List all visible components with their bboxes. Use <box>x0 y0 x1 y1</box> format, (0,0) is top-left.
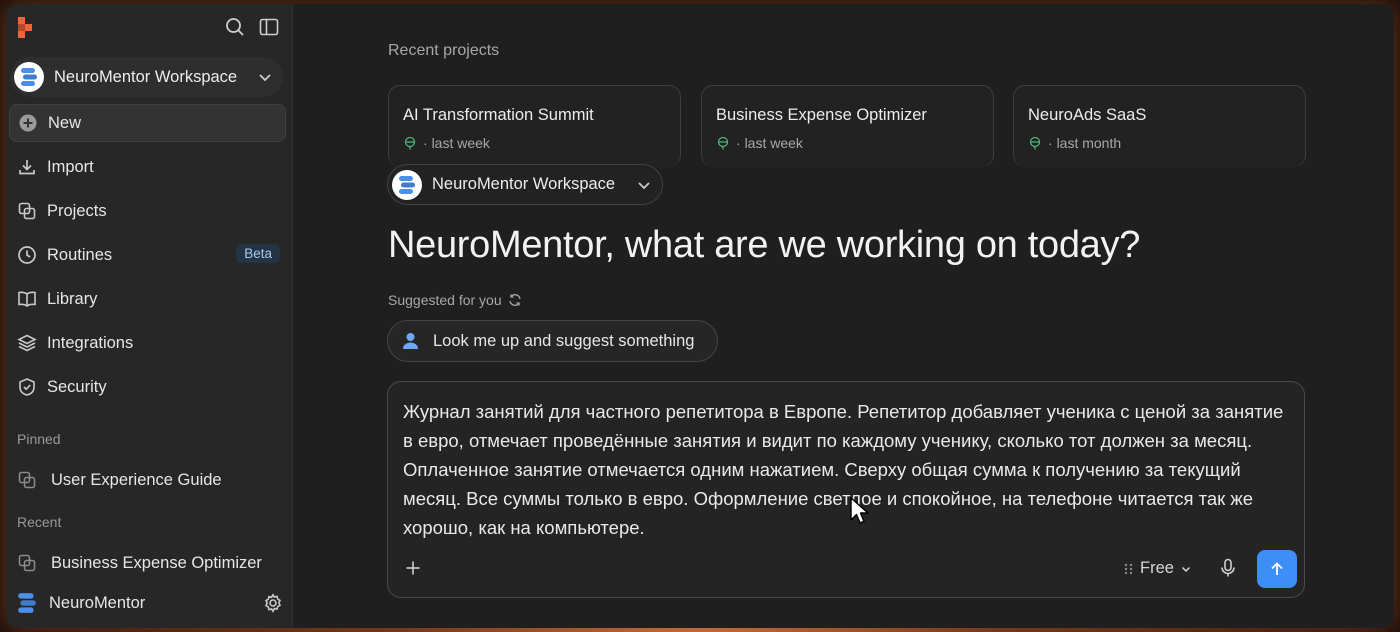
workspace-logo-icon <box>399 175 415 194</box>
person-icon <box>403 333 418 349</box>
workspace-avatar <box>392 169 422 200</box>
workspace-avatar <box>14 62 44 92</box>
workspace-pill[interactable]: NeuroMentor Workspace <box>387 164 663 205</box>
suggestion-chip-label: Look me up and suggest something <box>433 331 695 350</box>
sidebar-toggle-icon[interactable] <box>258 16 280 38</box>
project-meta: · last week <box>403 135 490 151</box>
nav-projects[interactable]: Projects <box>9 192 286 230</box>
recent-projects-title: Recent projects <box>388 42 500 59</box>
nav-new[interactable]: New <box>9 104 286 142</box>
search-icon[interactable] <box>224 16 246 38</box>
workspace-logo-icon <box>21 68 37 86</box>
add-attachment-icon[interactable] <box>405 560 421 576</box>
project-meta: · last month <box>1028 135 1121 151</box>
nav-security[interactable]: Security <box>9 368 286 406</box>
project-card[interactable]: NeuroAds SaaS · last month <box>1013 85 1306 167</box>
nav-integrations[interactable]: Integrations <box>9 324 286 362</box>
plus-circle-icon <box>18 113 38 133</box>
user-logo-icon <box>18 593 36 613</box>
refresh-icon[interactable] <box>508 293 522 307</box>
recent-item[interactable]: Business Expense Optimizer <box>17 547 287 579</box>
chevron-down-icon <box>259 74 271 82</box>
pinned-item-label: User Experience Guide <box>51 470 222 489</box>
nav-label: Import <box>47 157 94 176</box>
project-card[interactable]: Business Expense Optimizer · last week <box>701 85 994 167</box>
projects-icon <box>18 471 36 489</box>
gear-icon[interactable] <box>263 593 283 613</box>
suggestion-chip[interactable]: Look me up and suggest something <box>387 320 718 362</box>
download-icon <box>17 157 37 177</box>
project-name: AI Transformation Summit <box>403 106 594 124</box>
user-profile[interactable]: NeuroMentor <box>17 588 283 618</box>
project-name: Business Expense Optimizer <box>716 106 927 124</box>
model-label: Free <box>1140 559 1174 577</box>
nav-label: Projects <box>47 201 107 220</box>
app-window: NeuroMentor Workspace New Import Project… <box>6 4 1394 628</box>
beta-badge: Beta <box>236 244 280 263</box>
sidebar: NeuroMentor Workspace New Import Project… <box>6 4 293 628</box>
workspace-selector[interactable]: NeuroMentor Workspace <box>10 57 283 97</box>
suggested-label: Suggested for you <box>388 292 522 308</box>
prompt-input[interactable]: Журнал занятий для частного репетитора в… <box>403 397 1288 542</box>
nav-label: New <box>48 113 82 132</box>
nav-library[interactable]: Library <box>9 280 286 318</box>
arrow-up-icon <box>1271 562 1283 575</box>
recent-label: Recent <box>17 514 62 530</box>
main-content: Recent projects AI Transformation Summit… <box>294 4 1394 628</box>
recent-item-label: Business Expense Optimizer <box>51 553 262 572</box>
globe-icon <box>1029 136 1041 150</box>
clock-icon <box>17 245 37 265</box>
project-time: last week <box>431 135 490 151</box>
app-logo-icon <box>18 17 32 38</box>
pinned-item[interactable]: User Experience Guide <box>17 464 287 496</box>
nav-label: Routines <box>47 245 113 264</box>
user-name: NeuroMentor <box>49 593 146 612</box>
send-button[interactable] <box>1257 550 1297 588</box>
page-headline: NeuroMentor, what are we working on toda… <box>388 224 1141 266</box>
separator-dot: · <box>423 135 432 151</box>
separator-dot: · <box>736 135 745 151</box>
separator-dot: · <box>1048 135 1057 151</box>
microphone-icon[interactable] <box>1219 558 1237 578</box>
suggested-label-text: Suggested for you <box>388 292 502 308</box>
project-name: NeuroAds SaaS <box>1028 106 1147 124</box>
project-meta: · last week <box>716 135 803 151</box>
workspace-pill-label: NeuroMentor Workspace <box>432 175 616 193</box>
shield-icon <box>17 377 37 397</box>
globe-icon <box>717 136 729 150</box>
nav-routines[interactable]: Routines Beta <box>9 236 286 274</box>
projects-icon <box>17 201 37 221</box>
project-card[interactable]: AI Transformation Summit · last week <box>388 85 681 167</box>
projects-icon <box>18 554 36 572</box>
prompt-composer[interactable]: Журнал занятий для частного репетитора в… <box>387 381 1305 598</box>
grid-dots-icon <box>1124 563 1133 574</box>
chevron-down-icon <box>1181 566 1190 572</box>
nav-import[interactable]: Import <box>9 148 286 186</box>
project-time: last month <box>1056 135 1122 151</box>
nav-label: Security <box>47 377 107 396</box>
nav-label: Library <box>47 289 98 308</box>
mouse-cursor-icon <box>850 497 869 524</box>
book-icon <box>17 289 37 309</box>
project-time: last week <box>744 135 803 151</box>
workspace-name: NeuroMentor Workspace <box>54 67 238 86</box>
pinned-label: Pinned <box>17 431 61 447</box>
nav-label: Integrations <box>47 333 134 352</box>
model-selector[interactable]: Free <box>1124 559 1192 578</box>
chevron-down-icon <box>638 182 650 190</box>
layers-icon <box>17 333 37 353</box>
globe-icon <box>404 136 416 150</box>
